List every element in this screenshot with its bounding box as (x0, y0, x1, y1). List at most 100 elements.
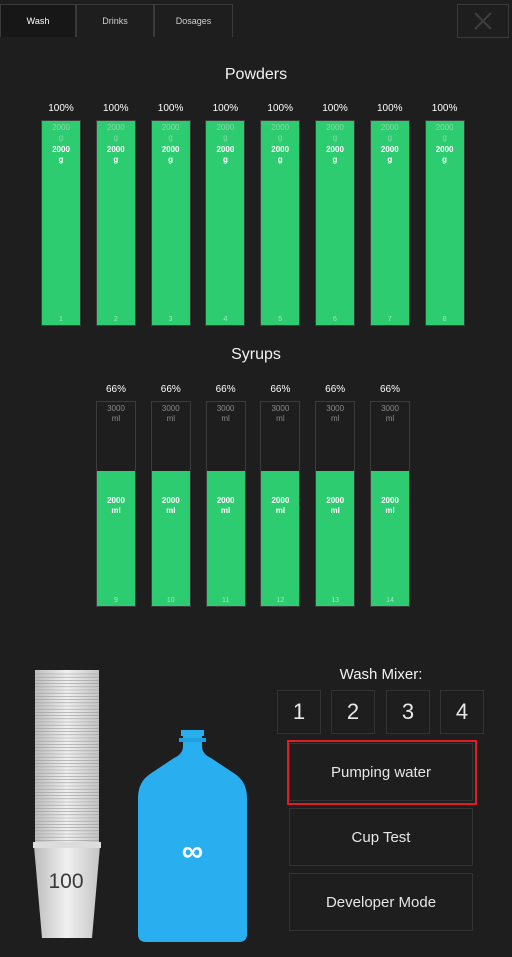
tank-current-value: 2000 (326, 496, 345, 506)
tank-current: 2000 g (426, 145, 464, 165)
tank-capacity-unit: g (168, 133, 173, 142)
tank[interactable]: 2000 g 2000 g 7 (369, 120, 410, 326)
tank[interactable]: 3000 ml 2000 ml 12 (260, 401, 301, 607)
tab-dosages[interactable]: Dosages (154, 4, 233, 37)
tank-number: 2 (113, 316, 118, 323)
tank-current: 2000 ml (261, 496, 299, 516)
tank[interactable]: 3000 ml 2000 ml 14 (370, 401, 410, 607)
tank-capacity: 2000 g (206, 123, 244, 143)
tank-percent: 100% (267, 103, 293, 114)
tank-current-unit: g (332, 155, 338, 164)
wash-mixer-button-4[interactable]: 4 (440, 690, 484, 734)
tank-number: 8 (442, 316, 447, 323)
tank-percent: 66% (215, 384, 236, 395)
close-icon (474, 12, 492, 30)
tank-current-value: 2000 (161, 145, 180, 154)
tank-current: 2000 ml (207, 496, 245, 516)
wash-mixer-title: Wash Mixer: (339, 666, 423, 683)
tank-capacity-value: 2000 (106, 123, 125, 132)
tank-capacity-unit: g (387, 133, 393, 142)
tank-capacity-unit: ml (221, 414, 230, 423)
tank-current-value: 2000 (326, 145, 344, 154)
tank-capacity-value: 3000 (381, 404, 399, 413)
wash-mixer-button-2[interactable]: 2 (331, 690, 375, 734)
tank-current-unit: g (113, 155, 119, 164)
water-level: ∞ (181, 835, 204, 868)
tank-fill (206, 471, 245, 606)
tank-capacity: 3000 ml (261, 404, 299, 424)
tank-capacity-unit: ml (111, 414, 121, 423)
tank-number: 1 (59, 316, 63, 323)
tab-wash[interactable]: Wash (0, 4, 76, 37)
tank-number: 13 (331, 597, 340, 604)
tank-fill (371, 471, 409, 606)
tank-percent: 100% (431, 103, 458, 114)
tank-fill (97, 471, 135, 606)
tank-percent: 66% (160, 384, 181, 395)
tank-capacity-unit: ml (330, 414, 340, 423)
tank-current-value: 2000 (380, 145, 399, 154)
tank[interactable]: 2000 g 2000 g 2 (95, 120, 136, 326)
tank-capacity-value: 2000 (326, 123, 344, 132)
tank-capacity: 2000 g (42, 123, 80, 143)
close-button[interactable] (457, 4, 509, 38)
tank-current-unit: ml (330, 506, 340, 516)
tank[interactable]: 2000 g 2000 g 1 (41, 120, 81, 326)
tank-current-unit: g (442, 155, 448, 164)
tank-capacity: 2000 g (371, 123, 409, 143)
tank[interactable]: 3000 ml 2000 ml 10 (150, 401, 191, 607)
tank-number: 11 (221, 597, 230, 604)
tank-capacity-unit: ml (276, 414, 285, 423)
wash-mixer-button-3[interactable]: 3 (386, 690, 430, 734)
tank-fill (316, 471, 355, 606)
tank-current-unit: g (387, 155, 393, 164)
wash-mixer-button-1[interactable]: 1 (277, 690, 321, 734)
tank-current: 2000 ml (371, 496, 409, 516)
tank-current: 2000 ml (316, 496, 354, 516)
tab-drinks[interactable]: Drinks (76, 4, 154, 37)
tank-capacity: 2000 g (426, 123, 464, 143)
tank-capacity-value: 3000 (326, 404, 345, 413)
tank-percent: 100% (103, 103, 129, 114)
tank-capacity-value: 2000 (52, 123, 70, 132)
tank-capacity-value: 2000 (435, 123, 454, 132)
tank-number: 14 (386, 597, 394, 604)
tank-current: 2000 g (261, 145, 299, 165)
tank[interactable]: 3000 ml 2000 ml 13 (315, 401, 356, 607)
tank-percent: 66% (379, 384, 400, 395)
tank-capacity-unit: g (277, 133, 283, 142)
tank[interactable]: 3000 ml 2000 ml 9 (96, 401, 136, 607)
tank[interactable]: 3000 ml 2000 ml 11 (205, 401, 246, 607)
tank-current-value: 2000 (52, 145, 70, 154)
tank[interactable]: 2000 g 2000 g 4 (205, 120, 246, 326)
syrups-title: Syrups (231, 346, 281, 363)
tank-percent: 100% (212, 103, 239, 114)
tank-capacity-value: 2000 (380, 123, 399, 132)
cup-test-button[interactable]: Cup Test (289, 808, 473, 866)
cup-stack-icon (33, 670, 101, 938)
tank-current-unit: g (58, 155, 64, 164)
tank-capacity-unit: g (223, 133, 228, 142)
tank[interactable]: 2000 g 2000 g 5 (260, 120, 301, 326)
tank-number: 10 (166, 597, 175, 604)
tank-percent: 66% (325, 384, 346, 395)
tank-capacity-unit: ml (385, 414, 395, 423)
tank[interactable]: 2000 g 2000 g 8 (424, 120, 465, 326)
cup-count: 100 (48, 870, 84, 893)
developer-mode-button[interactable]: Developer Mode (289, 873, 473, 931)
tank[interactable]: 2000 g 2000 g 6 (315, 120, 355, 326)
tank[interactable]: 2000 g 2000 g 3 (150, 120, 191, 326)
tank-capacity-value: 3000 (107, 404, 125, 413)
tank-capacity: 2000 g (97, 123, 135, 143)
tank-capacity-value: 2000 (271, 123, 290, 132)
tank-current-unit: ml (275, 506, 286, 516)
tank-capacity: 3000 ml (316, 404, 354, 424)
tank-capacity-unit: g (113, 133, 119, 142)
tank-percent: 100% (157, 103, 184, 114)
powders-title: Powders (224, 66, 288, 83)
tank-capacity: 3000 ml (152, 404, 190, 424)
tank-capacity: 2000 g (152, 123, 190, 143)
tank-current: 2000 g (42, 145, 80, 165)
tank-number: 4 (223, 316, 228, 323)
highlight-box (287, 740, 477, 805)
